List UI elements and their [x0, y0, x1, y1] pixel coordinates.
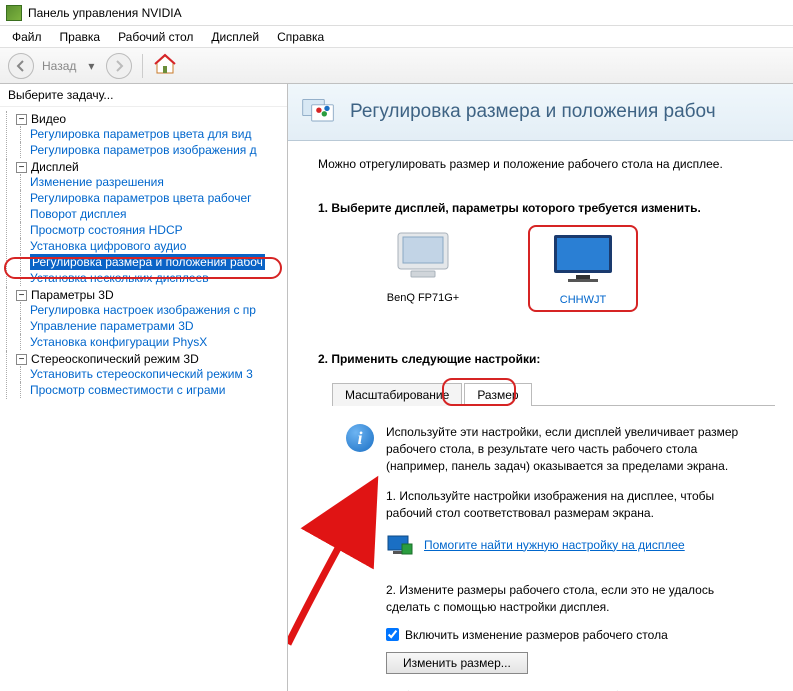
tree-toggle-stereo[interactable]: −	[16, 354, 27, 365]
tree-item-3d-manage[interactable]: Управление параметрами 3D	[30, 319, 194, 333]
tree-toggle-3d[interactable]: −	[16, 290, 27, 301]
back-dropdown-icon[interactable]: ▾	[88, 59, 94, 73]
display-label-chhwjt: CHHWJT	[538, 294, 628, 306]
home-icon	[153, 53, 177, 75]
menu-file[interactable]: Файл	[4, 28, 50, 46]
display-option-chhwjt[interactable]: CHHWJT	[528, 225, 638, 312]
section1-title: 1. Выберите дисплей, параметры которого …	[318, 201, 775, 215]
forward-button[interactable]	[106, 53, 132, 79]
arrow-right-icon	[112, 59, 126, 73]
help-link[interactable]: Помогите найти нужную настройку на диспл…	[424, 537, 685, 554]
tree-item-video-image[interactable]: Регулировка параметров изображения д	[30, 143, 257, 157]
display-help-icon	[386, 534, 414, 556]
main-header: Регулировка размера и положения рабоч	[288, 84, 793, 141]
tree-item-size-position[interactable]: Регулировка размера и положения рабоч	[30, 254, 265, 270]
tree-item-stereo-setup[interactable]: Установить стереоскопический режим 3	[30, 367, 253, 381]
menu-bar: Файл Правка Рабочий стол Дисплей Справка	[0, 26, 793, 48]
menu-display[interactable]: Дисплей	[203, 28, 267, 46]
main-panel: Регулировка размера и положения рабоч Мо…	[288, 84, 793, 691]
toolbar-separator	[142, 54, 143, 78]
tree-item-resolution[interactable]: Изменение разрешения	[30, 175, 164, 189]
sidebar: Выберите задачу... −Видео Регулировка па…	[0, 84, 288, 691]
monitor-crt-icon	[388, 231, 458, 281]
back-label: Назад	[42, 59, 76, 73]
display-selector: BenQ FP71G+ CHHWJT	[368, 231, 775, 312]
section2-title: 2. Применить следующие настройки:	[318, 352, 775, 366]
settings-tabs: Масштабирование Размер	[332, 382, 775, 406]
tree-item-hdcp[interactable]: Просмотр состояния HDCP	[30, 223, 183, 237]
page-title: Регулировка размера и положения рабоч	[350, 101, 716, 123]
monitor-lcd-icon	[548, 233, 618, 283]
toolbar: Назад ▾	[0, 48, 793, 84]
tree-item-desktop-color[interactable]: Регулировка параметров цвета рабочег	[30, 191, 252, 205]
task-tree: −Видео Регулировка параметров цвета для …	[0, 107, 287, 403]
tree-item-multi-display[interactable]: Установка нескольких дисплеев	[30, 271, 209, 285]
info-icon: i	[346, 424, 374, 452]
display-settings-icon	[300, 94, 336, 130]
tree-group-video[interactable]: Видео	[31, 112, 66, 126]
tree-item-game-compat[interactable]: Просмотр совместимости с играми	[30, 383, 225, 397]
mode-label: Выберите режим изменения размера рабочег…	[386, 688, 761, 691]
tree-item-physx[interactable]: Установка конфигурации PhysX	[30, 335, 207, 349]
step2-text: 2. Измените размеры рабочего стола, если…	[386, 582, 761, 616]
tree-item-3d-image[interactable]: Регулировка настроек изображения с пр	[30, 303, 256, 317]
step1-text: 1. Используйте настройки изображения на …	[386, 488, 761, 522]
menu-desktop[interactable]: Рабочий стол	[110, 28, 201, 46]
tab-scaling[interactable]: Масштабирование	[332, 383, 462, 406]
menu-help[interactable]: Справка	[269, 28, 332, 46]
tree-group-display[interactable]: Дисплей	[31, 160, 79, 174]
sidebar-header: Выберите задачу...	[0, 84, 287, 107]
window-title: Панель управления NVIDIA	[28, 6, 182, 20]
tree-toggle-video[interactable]: −	[16, 114, 27, 125]
tree-item-rotate[interactable]: Поворот дисплея	[30, 207, 127, 221]
nvidia-app-icon	[6, 5, 22, 21]
enable-resize-label: Включить изменение размеров рабочего сто…	[405, 628, 668, 642]
page-description: Можно отрегулировать размер и положение …	[318, 157, 775, 171]
display-label-benq: BenQ FP71G+	[368, 292, 478, 304]
back-button[interactable]	[8, 53, 34, 79]
settings-panel: i Используйте эти настройки, если диспле…	[332, 406, 775, 691]
home-button[interactable]	[153, 53, 177, 78]
tree-item-digital-audio[interactable]: Установка цифрового аудио	[30, 239, 186, 253]
window-titlebar: Панель управления NVIDIA	[0, 0, 793, 26]
menu-edit[interactable]: Правка	[52, 28, 109, 46]
enable-resize-checkbox[interactable]	[386, 628, 399, 641]
info-text: Используйте эти настройки, если дисплей …	[386, 424, 761, 474]
tree-group-stereo[interactable]: Стереоскопический режим 3D	[31, 352, 199, 366]
resize-button[interactable]: Изменить размер...	[386, 652, 528, 674]
tree-group-3d[interactable]: Параметры 3D	[31, 288, 114, 302]
tree-item-video-color[interactable]: Регулировка параметров цвета для вид	[30, 127, 251, 141]
tree-toggle-display[interactable]: −	[16, 162, 27, 173]
display-option-benq[interactable]: BenQ FP71G+	[368, 231, 478, 312]
tab-size[interactable]: Размер	[464, 383, 531, 406]
arrow-left-icon	[14, 59, 28, 73]
